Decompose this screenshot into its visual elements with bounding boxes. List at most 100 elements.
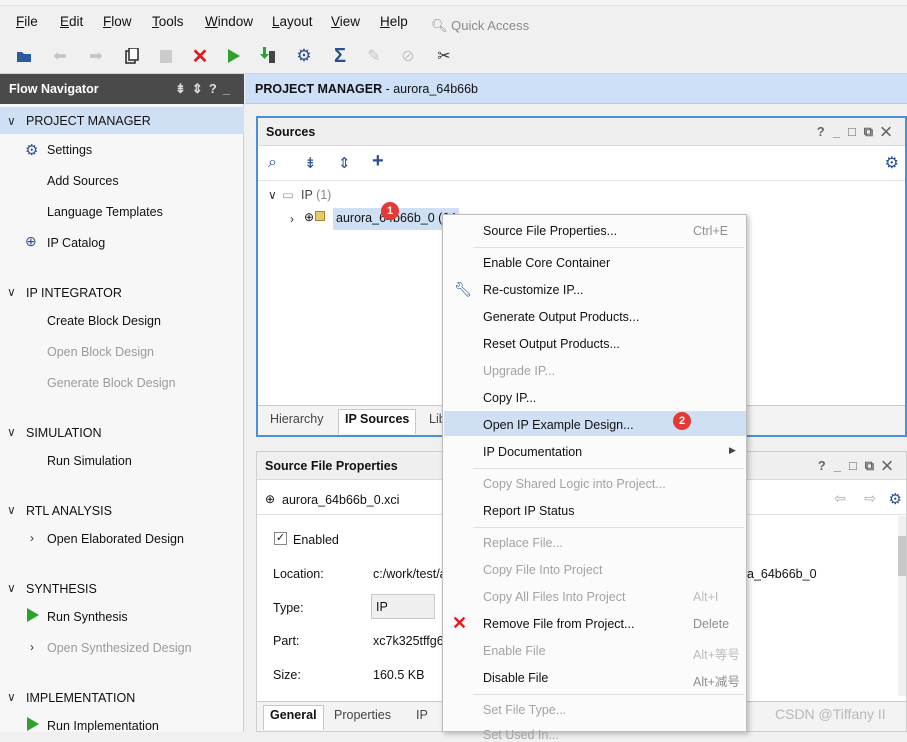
tab-hierarchy[interactable]: Hierarchy (270, 412, 324, 426)
menu-ip-documentation[interactable]: IP Documentation (483, 445, 582, 459)
header-controls[interactable]: ⇟⇕?_ (175, 81, 236, 97)
gear-icon[interactable]: ⚙ (889, 490, 902, 508)
section-project-manager[interactable]: PROJECT MANAGER (26, 114, 151, 128)
chevron-down-icon[interactable]: ∨ (268, 188, 277, 202)
quick-access-search[interactable]: 🔍︎ Quick Access (425, 12, 575, 38)
add-sources-icon[interactable]: + (372, 150, 384, 173)
type-label: Type: (273, 601, 304, 615)
menu-reset-output-products[interactable]: Reset Output Products... (483, 337, 620, 351)
size-value: 160.5 KB (373, 668, 425, 682)
expand-all-icon[interactable]: ⇕ (338, 154, 351, 172)
menu-report-ip-status[interactable]: Report IP Status (483, 504, 575, 518)
menu-copy-all-files: Copy All Files Into Project (483, 590, 626, 604)
back-arrow-icon[interactable]: ⇦ (834, 490, 846, 507)
nav-run-synthesis[interactable]: Run Synthesis (47, 610, 128, 624)
nav-open-elaborated-design[interactable]: Open Elaborated Design (47, 532, 184, 546)
location-label: Location: (273, 567, 324, 581)
section-rtl-analysis[interactable]: RTL ANALYSIS (26, 504, 112, 518)
nav-create-block-design[interactable]: Create Block Design (47, 314, 161, 328)
copy-icon[interactable] (122, 46, 142, 66)
settings-gear-icon[interactable]: ⚙ (294, 46, 314, 66)
section-synthesis[interactable]: SYNTHESIS (26, 582, 97, 596)
tab-ip-sources[interactable]: IP Sources (338, 409, 417, 434)
sigma-icon[interactable]: Σ (330, 45, 350, 67)
section-simulation[interactable]: SIMULATION (26, 426, 101, 440)
program-device-icon[interactable] (258, 46, 278, 66)
chevron-right-icon[interactable]: › (30, 531, 34, 545)
menu-tools[interactable]: Tools (152, 14, 184, 29)
nav-language-templates[interactable]: Language Templates (47, 205, 163, 219)
forward-arrow-icon[interactable]: ⇨ (864, 490, 876, 507)
chevron-down-icon[interactable]: ∨ (7, 114, 16, 128)
nav-run-simulation[interactable]: Run Simulation (47, 454, 132, 468)
menu-separator (473, 527, 744, 528)
menu-flow[interactable]: Flow (103, 14, 132, 29)
menu-edit[interactable]: Edit (60, 14, 83, 29)
menu-copy-ip[interactable]: Copy IP... (483, 391, 536, 405)
run-implementation-play-icon (27, 717, 39, 731)
nav-generate-block-design: Generate Block Design (47, 376, 176, 390)
menu-recustomize-ip[interactable]: Re-customize IP... (483, 283, 584, 297)
undo-icon[interactable]: ⬅ (50, 46, 70, 66)
nav-ip-catalog[interactable]: IP Catalog (47, 236, 105, 250)
menu-disable-file[interactable]: Disable File (483, 671, 548, 685)
menu-upgrade-ip: Upgrade IP... (483, 364, 556, 378)
sfp-title: Source File Properties (265, 459, 398, 473)
menu-copy-file-into-project: Copy File Into Project (483, 563, 603, 577)
run-icon[interactable] (224, 46, 244, 66)
ip-core-icon: ⊕ (304, 210, 326, 224)
section-ip-integrator[interactable]: IP INTEGRATOR (26, 286, 122, 300)
tab-general[interactable]: General (263, 705, 324, 730)
scrollbar[interactable] (898, 516, 906, 696)
flow-navigator-panel (0, 74, 244, 732)
menu-separator (473, 694, 744, 695)
search-icon: 🔍︎ (431, 18, 448, 33)
section-implementation[interactable]: IMPLEMENTATION (26, 691, 135, 705)
menu-view[interactable]: View (331, 14, 360, 29)
gear-icon[interactable]: ⚙ (885, 153, 899, 173)
nav-settings[interactable]: Settings (47, 143, 92, 157)
shortcut-disable-file: Alt+减号 (693, 675, 740, 689)
sources-toolbar: ⌕ ⇟ ⇕ + ⚙ (258, 147, 905, 181)
menu-source-file-properties[interactable]: Source File Properties... (483, 224, 617, 238)
enabled-checkbox[interactable]: ✓ (274, 532, 287, 545)
chevron-right-icon[interactable]: › (290, 212, 294, 226)
chevron-down-icon[interactable]: ∨ (7, 503, 16, 517)
chevron-down-icon[interactable]: ∨ (7, 690, 16, 704)
search-icon[interactable]: ⌕ (268, 154, 277, 172)
redo-icon[interactable]: ➡ (86, 46, 106, 66)
scrollbar-thumb[interactable] (898, 536, 906, 576)
window-controls[interactable]: ?_□⧉✕ (818, 458, 900, 474)
menu-enable-file: Enable File (483, 644, 546, 658)
chevron-down-icon[interactable]: ∨ (7, 425, 16, 439)
menu-layout[interactable]: Layout (272, 14, 313, 29)
collapse-all-icon[interactable]: ⇟ (304, 154, 317, 172)
window-controls[interactable]: ?_□⧉✕ (817, 124, 899, 140)
context-menu: Source File Properties... Ctrl+E Enable … (442, 214, 747, 742)
tree-root-ip[interactable]: IP (1) (301, 188, 331, 202)
chevron-right-icon[interactable]: › (30, 640, 34, 654)
menu-generate-output-products[interactable]: Generate Output Products... (483, 310, 639, 324)
delete-icon[interactable]: ✕ (190, 46, 210, 68)
paste-icon[interactable] (156, 46, 176, 66)
nav-run-implementation[interactable]: Run Implementation (47, 719, 159, 733)
size-label: Size: (273, 668, 301, 682)
chevron-down-icon[interactable]: ∨ (7, 285, 16, 299)
menu-remove-file[interactable]: Remove File from Project... (483, 617, 634, 631)
open-project-icon[interactable] (14, 46, 34, 66)
tab-properties[interactable]: Properties (334, 708, 391, 722)
menu-help[interactable]: Help (380, 14, 408, 29)
tools-icon[interactable]: ✂ (434, 46, 454, 66)
folder-icon: ▭ (282, 188, 294, 202)
menu-window[interactable]: Window (205, 14, 253, 29)
nav-add-sources[interactable]: Add Sources (47, 174, 119, 188)
menu-file[interactable]: File (16, 14, 38, 29)
menu-enable-core-container[interactable]: Enable Core Container (483, 256, 610, 270)
chevron-down-icon[interactable]: ∨ (7, 581, 16, 595)
tab-ip[interactable]: IP (416, 708, 428, 722)
debug-icon[interactable]: ✎ (364, 46, 384, 66)
menu-open-ip-example-design[interactable]: Open IP Example Design... (483, 418, 634, 432)
marker-icon[interactable]: ⊘ (398, 46, 418, 66)
project-name: - aurora_64b66b (382, 82, 478, 96)
watermark: CSDN @Tiffany II (775, 706, 886, 722)
